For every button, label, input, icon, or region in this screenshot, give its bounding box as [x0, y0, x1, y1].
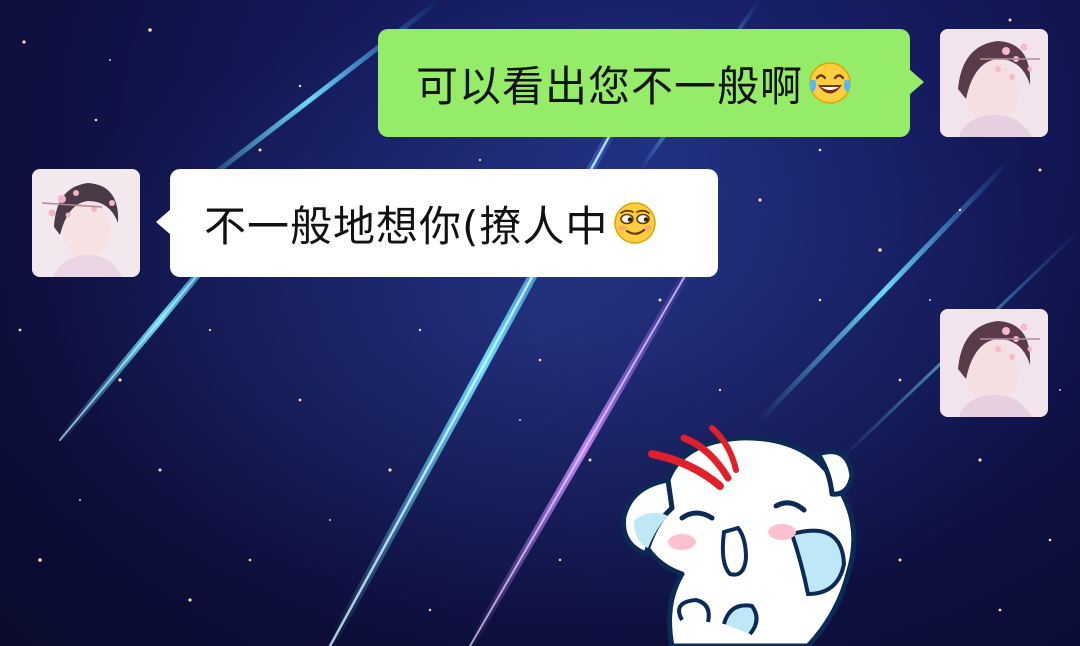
message-incoming-1: 不一般地想你(撩人中	[0, 169, 1080, 277]
message-text: 可以看出您不一般啊	[416, 61, 804, 111]
my-avatar[interactable]	[940, 309, 1048, 417]
outgoing-message-bubble[interactable]: 可以看出您不一般啊	[378, 29, 924, 137]
message-outgoing-1: 可以看出您不一般啊	[0, 29, 1080, 137]
smirk-emoji-icon	[612, 200, 658, 246]
bubble-tail	[909, 69, 924, 95]
tears-of-joy-emoji-icon	[807, 60, 853, 106]
incoming-message-bubble[interactable]: 不一般地想你(撩人中	[156, 169, 718, 277]
cartoon-blob-sticker[interactable]	[612, 424, 868, 646]
message-outgoing-2	[0, 309, 1080, 646]
message-text: 不一般地想你(撩人中	[204, 201, 609, 251]
bubble-tail	[156, 209, 171, 235]
my-avatar[interactable]	[940, 29, 1048, 137]
contact-avatar[interactable]	[32, 169, 140, 277]
chat-screen: 可以看出您不一般啊 不一般地想你(撩人中	[0, 0, 1080, 646]
